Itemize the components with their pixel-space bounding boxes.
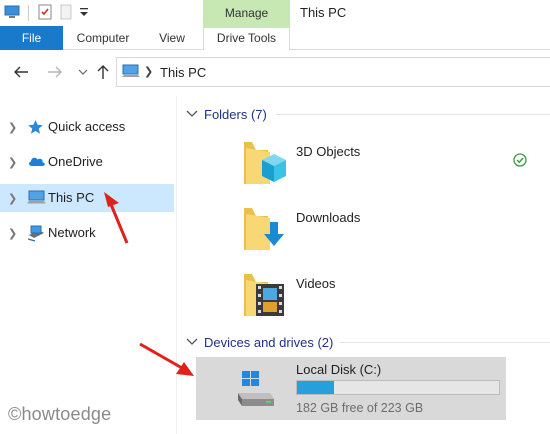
network-icon xyxy=(27,225,45,242)
expand-chevron-icon[interactable]: ❯ xyxy=(8,227,18,240)
ribbon-tabs: File Computer View Drive Tools xyxy=(0,26,550,50)
synced-check-icon xyxy=(513,153,527,170)
back-arrow-icon xyxy=(14,66,28,78)
manage-tab-strip xyxy=(203,26,290,28)
annotation-arrow xyxy=(104,192,129,244)
folders-group-header[interactable]: Folders (7) xyxy=(186,105,267,123)
sidebar-item-onedrive[interactable]: ❯ OneDrive xyxy=(0,148,174,176)
computer-icon[interactable] xyxy=(4,5,20,22)
3d-objects-folder-icon xyxy=(240,136,292,188)
recent-locations-button[interactable] xyxy=(74,63,92,81)
drive-usage-fill xyxy=(297,381,335,394)
group-divider xyxy=(340,342,550,343)
hard-drive-icon xyxy=(236,369,276,412)
file-explorer-window: Manage This PC File Computer View Drive … xyxy=(0,0,550,434)
up-arrow-icon xyxy=(97,65,109,79)
new-folder-icon[interactable] xyxy=(59,4,73,23)
customize-toolbar-icon[interactable] xyxy=(79,6,89,21)
back-button[interactable] xyxy=(12,63,30,81)
downloads-folder-icon xyxy=(240,202,292,254)
drive-usage-bar xyxy=(296,380,500,395)
tab-view[interactable]: View xyxy=(148,26,196,50)
drive-item-local-disk-c[interactable]: Local Disk (C:) 182 GB free of 223 GB xyxy=(196,357,506,420)
group-divider xyxy=(276,114,550,115)
navigation-pane: ❯ Quick access ❯ OneDrive ❯ This PC ❯ Ne… xyxy=(0,96,176,434)
computer-icon xyxy=(27,190,46,206)
watermark: ©howtoedge xyxy=(8,404,112,424)
drives-group-header[interactable]: Devices and drives (2) xyxy=(186,333,333,351)
breadcrumb-chevron-icon[interactable]: ❯ xyxy=(144,65,153,78)
sidebar-item-label: Network xyxy=(48,225,96,240)
title-bar: Manage This PC xyxy=(0,0,550,26)
expand-chevron-icon[interactable]: ❯ xyxy=(8,156,18,169)
address-path[interactable]: This PC xyxy=(160,65,206,80)
toolbar-separator xyxy=(28,5,29,21)
forward-button[interactable] xyxy=(46,63,64,81)
sidebar-item-this-pc[interactable]: ❯ This PC xyxy=(0,184,174,212)
folder-name: Downloads xyxy=(296,210,361,225)
folder-item-downloads[interactable]: Downloads xyxy=(240,202,540,262)
tab-drive-tools[interactable]: Drive Tools xyxy=(203,26,290,50)
expand-chevron-icon[interactable]: ❯ xyxy=(8,121,18,134)
videos-folder-icon xyxy=(240,268,292,320)
tab-computer[interactable]: Computer xyxy=(67,26,139,50)
properties-icon[interactable] xyxy=(37,4,53,23)
folder-name: Videos xyxy=(296,276,336,291)
star-icon xyxy=(27,119,45,135)
computer-icon xyxy=(122,64,140,82)
up-button[interactable] xyxy=(94,63,112,81)
forward-arrow-icon xyxy=(48,66,62,78)
cloud-icon xyxy=(27,154,45,170)
annotation-arrow xyxy=(139,342,194,376)
drive-name: Local Disk (C:) xyxy=(296,362,382,377)
sidebar-item-label: Quick access xyxy=(48,119,126,134)
collapse-chevron-icon[interactable] xyxy=(186,109,198,119)
window-title: This PC xyxy=(300,5,347,20)
folder-name: 3D Objects xyxy=(296,144,361,159)
sidebar-item-quick-access[interactable]: ❯ Quick access xyxy=(0,113,174,141)
quick-access-toolbar xyxy=(4,3,89,23)
expand-chevron-icon[interactable]: ❯ xyxy=(8,192,18,205)
folders-group-label: Folders (7) xyxy=(204,106,267,122)
sidebar-item-label: This PC xyxy=(48,190,95,205)
manage-context-tab[interactable]: Manage xyxy=(203,0,290,26)
pane-divider[interactable] xyxy=(176,96,177,434)
tab-file[interactable]: File xyxy=(0,26,63,50)
chevron-down-icon xyxy=(78,69,88,75)
folder-item-3d-objects[interactable]: 3D Objects xyxy=(240,136,540,196)
sidebar-item-label: OneDrive xyxy=(48,154,103,169)
folder-item-videos[interactable]: Videos xyxy=(240,268,540,328)
drive-free-space: 182 GB free of 223 GB xyxy=(296,401,424,415)
sidebar-item-network[interactable]: ❯ Network xyxy=(0,219,174,247)
drives-group-label: Devices and drives (2) xyxy=(204,334,334,350)
